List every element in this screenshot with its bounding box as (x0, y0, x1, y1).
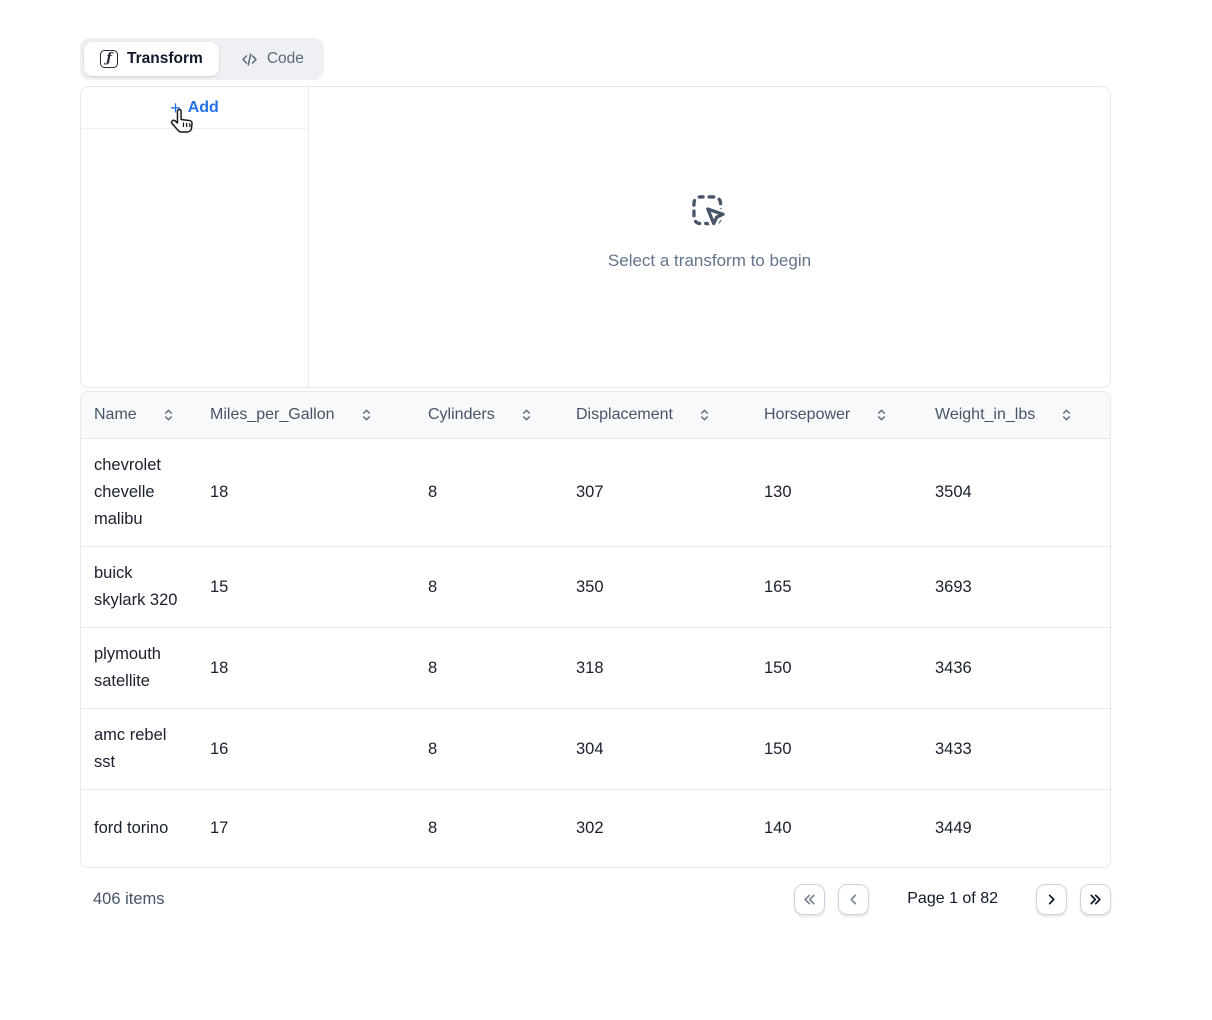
data-table-panel: Name Miles_per_Gallon Cylinders Displacemen… (80, 391, 1111, 868)
table-cell: 3693 (922, 547, 1111, 628)
table-cell: 8 (415, 439, 563, 547)
data-table: Name Miles_per_Gallon Cylinders Displacemen… (81, 392, 1111, 867)
table-row: chevrolet chevelle malibu1883071303504 (81, 439, 1111, 547)
first-page-button[interactable] (794, 884, 825, 915)
items-count: 406 items (93, 890, 165, 909)
sort-icon[interactable] (1059, 407, 1074, 423)
table-cell: ford torino (81, 790, 197, 868)
table-cell: 302 (563, 790, 751, 868)
table-cell: 3504 (922, 439, 1111, 547)
table-cell: 150 (751, 709, 922, 790)
square-dashed-mouse-pointer-icon (688, 191, 730, 233)
table-cell: 16 (197, 709, 415, 790)
column-header-displacement[interactable]: Displacement (563, 392, 751, 439)
table-row: ford torino1783021403449 (81, 790, 1111, 868)
table-row: plymouth satellite1883181503436 (81, 628, 1111, 709)
add-button-label: Add (188, 99, 219, 117)
page-indicator: Page 1 of 82 (907, 890, 998, 908)
table-cell: 15 (197, 547, 415, 628)
table-cell: 140 (751, 790, 922, 868)
column-header-weight_in_lbs[interactable]: Weight_in_lbs (922, 392, 1111, 439)
table-cell: 304 (563, 709, 751, 790)
table-cell: 307 (563, 439, 751, 547)
next-page-button[interactable] (1036, 884, 1067, 915)
column-label: Horsepower (764, 406, 850, 423)
chevrons-left-icon (802, 892, 817, 907)
table-cell: 8 (415, 709, 563, 790)
column-header-miles_per_gallon[interactable]: Miles_per_Gallon (197, 392, 415, 439)
chevron-left-icon (846, 892, 861, 907)
table-cell: 3433 (922, 709, 1111, 790)
code-icon (241, 51, 258, 68)
column-label: Weight_in_lbs (935, 406, 1035, 423)
table-cell: 130 (751, 439, 922, 547)
table-cell: 3436 (922, 628, 1111, 709)
column-label: Name (94, 406, 137, 423)
prev-page-button[interactable] (838, 884, 869, 915)
table-cell: 18 (197, 439, 415, 547)
chevron-right-icon (1044, 892, 1059, 907)
sort-icon[interactable] (519, 407, 534, 423)
column-header-cylinders[interactable]: Cylinders (415, 392, 563, 439)
add-transform-button[interactable]: + Add (164, 98, 225, 118)
table-cell: 150 (751, 628, 922, 709)
column-label: Cylinders (428, 406, 495, 423)
pagination: Page 1 of 82 (794, 884, 1111, 915)
sort-icon[interactable] (359, 407, 374, 423)
table-cell: plymouth satellite (81, 628, 197, 709)
function-icon: ƒ (100, 50, 118, 68)
tab-transform[interactable]: ƒ Transform (84, 42, 219, 76)
sort-icon[interactable] (161, 407, 176, 423)
table-header-row: Name Miles_per_Gallon Cylinders Displacemen… (81, 392, 1111, 439)
table-cell: 18 (197, 628, 415, 709)
transform-builder-panel: + Add Select a transform to begin (80, 86, 1111, 388)
transform-detail-panel: Select a transform to begin (309, 87, 1110, 387)
table-cell: 165 (751, 547, 922, 628)
transform-page: ƒ Transform Code + Add (80, 38, 1111, 917)
table-cell: 8 (415, 547, 563, 628)
sort-icon[interactable] (697, 407, 712, 423)
table-cell: chevrolet chevelle malibu (81, 439, 197, 547)
table-cell: amc rebel sst (81, 709, 197, 790)
table-cell: 318 (563, 628, 751, 709)
table-cell: 8 (415, 790, 563, 868)
sort-icon[interactable] (874, 407, 889, 423)
column-header-horsepower[interactable]: Horsepower (751, 392, 922, 439)
tab-code-label: Code (267, 50, 304, 68)
table-cell: 350 (563, 547, 751, 628)
tab-transform-label: Transform (127, 50, 203, 68)
column-label: Displacement (576, 406, 673, 423)
transform-list-panel: + Add (81, 87, 309, 387)
empty-state: Select a transform to begin (608, 191, 811, 271)
table-cell: 3449 (922, 790, 1111, 868)
table-cell: 17 (197, 790, 415, 868)
table-row: amc rebel sst1683041503433 (81, 709, 1111, 790)
tab-code[interactable]: Code (225, 42, 320, 76)
transform-list-header: + Add (81, 87, 308, 129)
empty-state-message: Select a transform to begin (608, 251, 811, 271)
last-page-button[interactable] (1080, 884, 1111, 915)
table-cell: 8 (415, 628, 563, 709)
table-cell: buick skylark 320 (81, 547, 197, 628)
table-row: buick skylark 3201583501653693 (81, 547, 1111, 628)
chevrons-right-icon (1088, 892, 1103, 907)
table-footer: 406 items Page 1 of 82 (80, 881, 1111, 917)
plus-icon: + (170, 99, 181, 117)
column-header-name[interactable]: Name (81, 392, 197, 439)
column-label: Miles_per_Gallon (210, 406, 335, 423)
view-mode-tabs: ƒ Transform Code (80, 38, 324, 80)
